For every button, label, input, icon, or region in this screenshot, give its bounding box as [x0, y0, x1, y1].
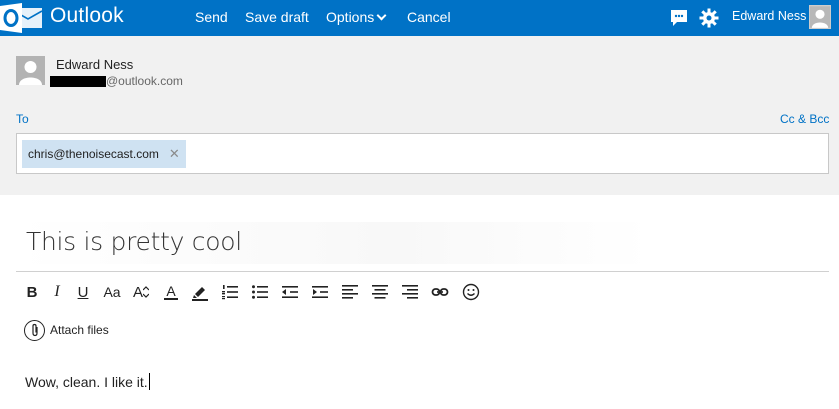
redaction-bar: [50, 75, 106, 87]
save-draft-button[interactable]: Save draft: [245, 9, 309, 25]
cancel-button[interactable]: Cancel: [407, 9, 451, 25]
divider: [16, 271, 829, 272]
to-label[interactable]: To: [16, 112, 29, 126]
align-right-icon[interactable]: [399, 281, 421, 303]
text-cursor: [148, 373, 150, 390]
chat-icon[interactable]: [668, 7, 690, 29]
avatar[interactable]: [809, 5, 831, 29]
bulleted-list-icon[interactable]: [249, 281, 271, 303]
recipient-email: chris@thenoisecast.com: [28, 147, 159, 161]
send-button[interactable]: Send: [195, 9, 228, 25]
align-center-icon[interactable]: [369, 281, 391, 303]
emoji-icon[interactable]: [460, 281, 482, 303]
compose-header: Edward Ness @outlook.com To Cc & Bcc chr…: [0, 36, 839, 195]
up-down-arrows-icon: [143, 286, 149, 298]
app-name: Outlook: [50, 4, 124, 27]
attach-files-button[interactable]: Attach files: [24, 319, 109, 341]
increase-indent-icon[interactable]: [309, 281, 331, 303]
cc-bcc-link[interactable]: Cc & Bcc: [780, 112, 829, 126]
grow-font-icon[interactable]: A: [130, 281, 152, 303]
sender-email-domain: @outlook.com: [106, 74, 183, 88]
top-bar: Outlook Send Save draft Options Cancel E…: [0, 0, 839, 36]
bold-icon[interactable]: B: [21, 281, 43, 303]
subject-input[interactable]: This is pretty cool: [16, 222, 650, 264]
grow-font-glyph: A: [132, 283, 143, 301]
decrease-indent-icon[interactable]: [279, 281, 301, 303]
numbered-list-icon[interactable]: [219, 281, 241, 303]
user-silhouette-icon: [16, 56, 45, 85]
user-silhouette-icon: [810, 6, 830, 28]
outlook-logo-icon: [0, 3, 43, 33]
align-left-icon[interactable]: [339, 281, 361, 303]
remove-recipient-icon[interactable]: ✕: [169, 146, 180, 162]
message-body[interactable]: Wow, clean. I like it.: [25, 373, 150, 390]
sender-email: @outlook.com: [50, 74, 183, 88]
color-underline: [164, 298, 178, 300]
underline-icon[interactable]: U: [72, 281, 94, 303]
gear-icon[interactable]: [698, 7, 720, 29]
sender-name: Edward Ness: [56, 57, 134, 72]
message-body-text: Wow, clean. I like it.: [25, 374, 148, 390]
sender-avatar: [16, 56, 45, 85]
options-label: Options: [326, 9, 375, 25]
to-field[interactable]: chris@thenoisecast.com ✕: [16, 133, 829, 174]
user-name[interactable]: Edward Ness: [732, 9, 806, 23]
options-menu[interactable]: Options: [326, 9, 387, 25]
font-color-glyph: A: [166, 283, 176, 299]
highlight-icon[interactable]: [189, 281, 211, 303]
attach-files-label: Attach files: [50, 323, 109, 337]
font-color-icon[interactable]: A: [160, 281, 182, 303]
recipient-chip[interactable]: chris@thenoisecast.com ✕: [22, 140, 186, 168]
chevron-down-icon: [376, 10, 387, 21]
paperclip-icon: [24, 319, 45, 341]
italic-icon[interactable]: I: [46, 281, 68, 303]
font-size-icon[interactable]: Aa: [101, 281, 123, 303]
link-icon[interactable]: [429, 281, 451, 303]
